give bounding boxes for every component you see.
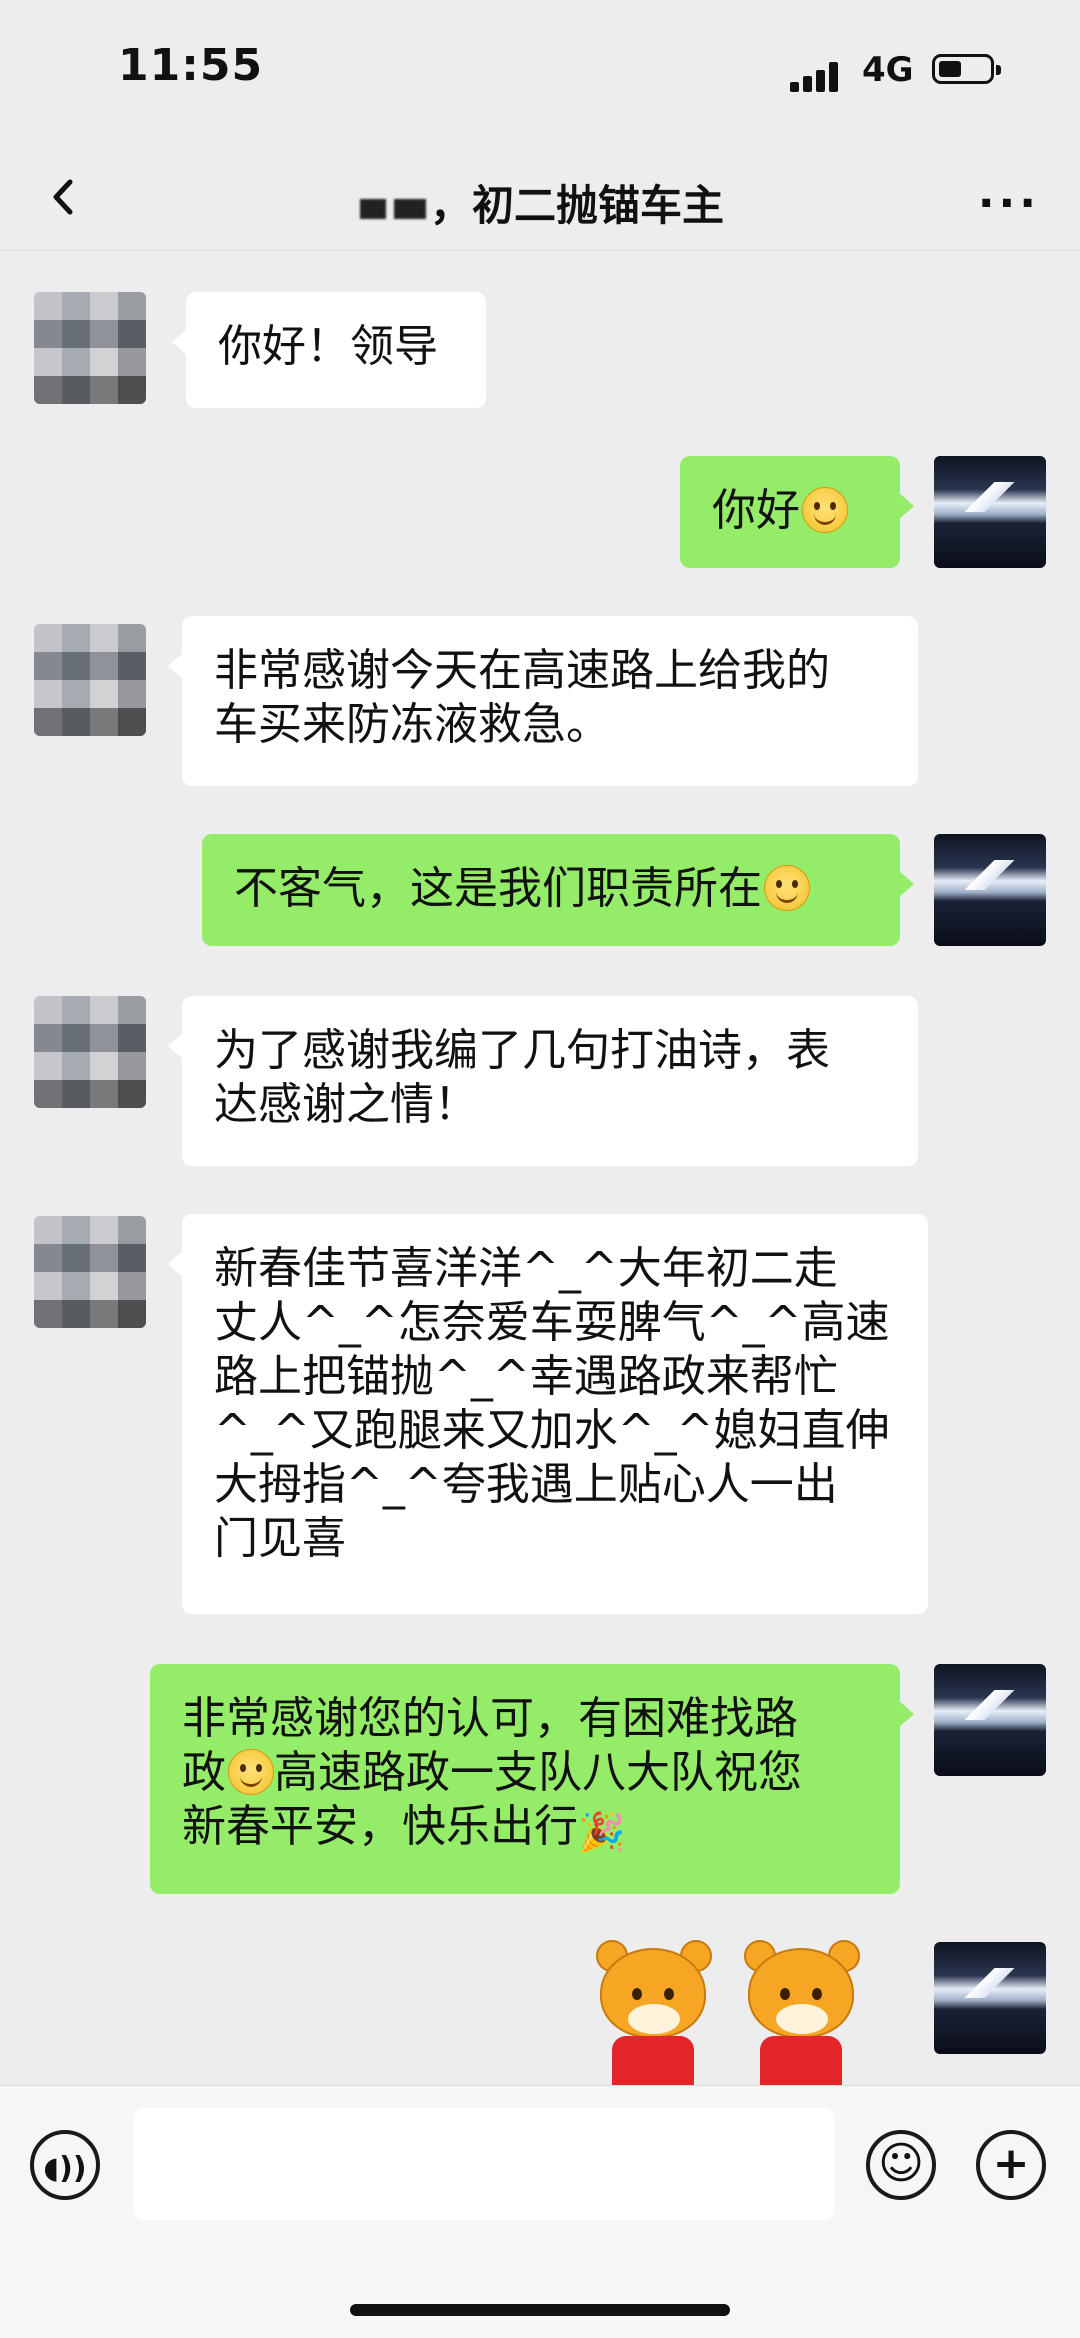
message-line: 大拇指^_^夸我遇上贴心人一出	[214, 1459, 838, 1510]
contact-avatar[interactable]	[34, 996, 146, 1108]
my-avatar[interactable]	[934, 1942, 1046, 2054]
smile-emoji-icon	[228, 1749, 274, 1795]
emoji-icon[interactable]: ☺	[866, 2130, 936, 2200]
message-bubble-incoming[interactable]: 非常感谢今天在高速路上给我的 车买来防冻液救急。	[168, 616, 918, 786]
message-input[interactable]	[134, 2108, 834, 2220]
chat-input-bar: ◖)) ☺ +	[0, 2085, 1080, 2338]
message-bubble-outgoing[interactable]: 不客气，这是我们职责所在	[202, 834, 914, 946]
my-avatar[interactable]	[934, 834, 1046, 946]
message-line: 路上把锚抛^_^幸遇路政来帮忙	[214, 1351, 838, 1402]
chat-header: ，初二抛锚车主 ···	[0, 150, 1080, 250]
tiger-icon	[592, 1940, 714, 2090]
party-popper-icon: 🎉	[578, 1810, 626, 1854]
message-bubble-incoming[interactable]: 为了感谢我编了几句打油诗，表 达感谢之情！	[168, 996, 918, 1166]
message-text: 你好！领导	[218, 321, 438, 372]
status-time: 11:55	[118, 40, 264, 91]
message-line: 达感谢之情！	[214, 1079, 478, 1130]
chat-title: ，初二抛锚车主	[0, 172, 1080, 233]
message-line: 新春平安，快乐出行🎉	[182, 1800, 868, 1859]
redacted-name-mark	[393, 198, 426, 219]
home-indicator[interactable]	[350, 2304, 730, 2316]
tiger-sticker[interactable]	[580, 1940, 900, 2090]
message-line: ^_^又跑腿来又加水^_^媳妇直伸	[214, 1405, 890, 1456]
plus-icon[interactable]: +	[976, 2130, 1046, 2200]
chat-title-text: 初二抛锚车主	[472, 181, 725, 230]
message-line: 门见喜	[214, 1513, 346, 1564]
network-label: 4G	[862, 50, 914, 90]
contact-avatar[interactable]	[34, 292, 146, 404]
header-divider	[0, 250, 1080, 251]
my-avatar[interactable]	[934, 456, 1046, 568]
message-bubble-outgoing[interactable]: 非常感谢您的认可，有困难找路 政高速路政一支队八大队祝您 新春平安，快乐出行🎉	[150, 1664, 914, 1894]
message-line: 丈人^_^怎奈爱车耍脾气^_^高速	[214, 1297, 890, 1348]
message-line: 新春佳节喜洋洋^_^大年初二走	[214, 1243, 838, 1294]
message-bubble-outgoing[interactable]: 你好	[680, 456, 914, 568]
message-line: 政高速路政一支队八大队祝您	[182, 1747, 802, 1798]
message-line: 非常感谢今天在高速路上给我的	[214, 645, 830, 696]
smile-emoji-icon	[802, 487, 848, 533]
message-text: 你好	[712, 485, 800, 536]
tiger-icon	[740, 1940, 862, 2090]
battery-icon	[932, 54, 1001, 84]
message-bubble-incoming[interactable]: 新春佳节喜洋洋^_^大年初二走 丈人^_^怎奈爱车耍脾气^_^高速 路上把锚抛^…	[168, 1214, 928, 1614]
contact-avatar[interactable]	[34, 624, 146, 736]
contact-avatar[interactable]	[34, 1216, 146, 1328]
voice-icon[interactable]: ◖))	[30, 2130, 100, 2200]
message-line: 为了感谢我编了几句打油诗，表	[214, 1025, 830, 1076]
my-avatar[interactable]	[934, 1664, 1046, 1776]
message-line: 非常感谢您的认可，有困难找路	[182, 1693, 798, 1744]
smile-emoji-icon	[764, 865, 810, 911]
redacted-name-mark	[359, 198, 386, 219]
message-bubble-incoming[interactable]: 你好！领导	[172, 292, 486, 408]
signal-icon	[790, 58, 846, 92]
message-text: 不客气，这是我们职责所在	[234, 863, 762, 914]
more-options-icon[interactable]: ···	[978, 178, 1040, 229]
message-line: 车买来防冻液救急。	[214, 699, 610, 750]
status-bar: 11:55 4G	[0, 0, 1080, 150]
